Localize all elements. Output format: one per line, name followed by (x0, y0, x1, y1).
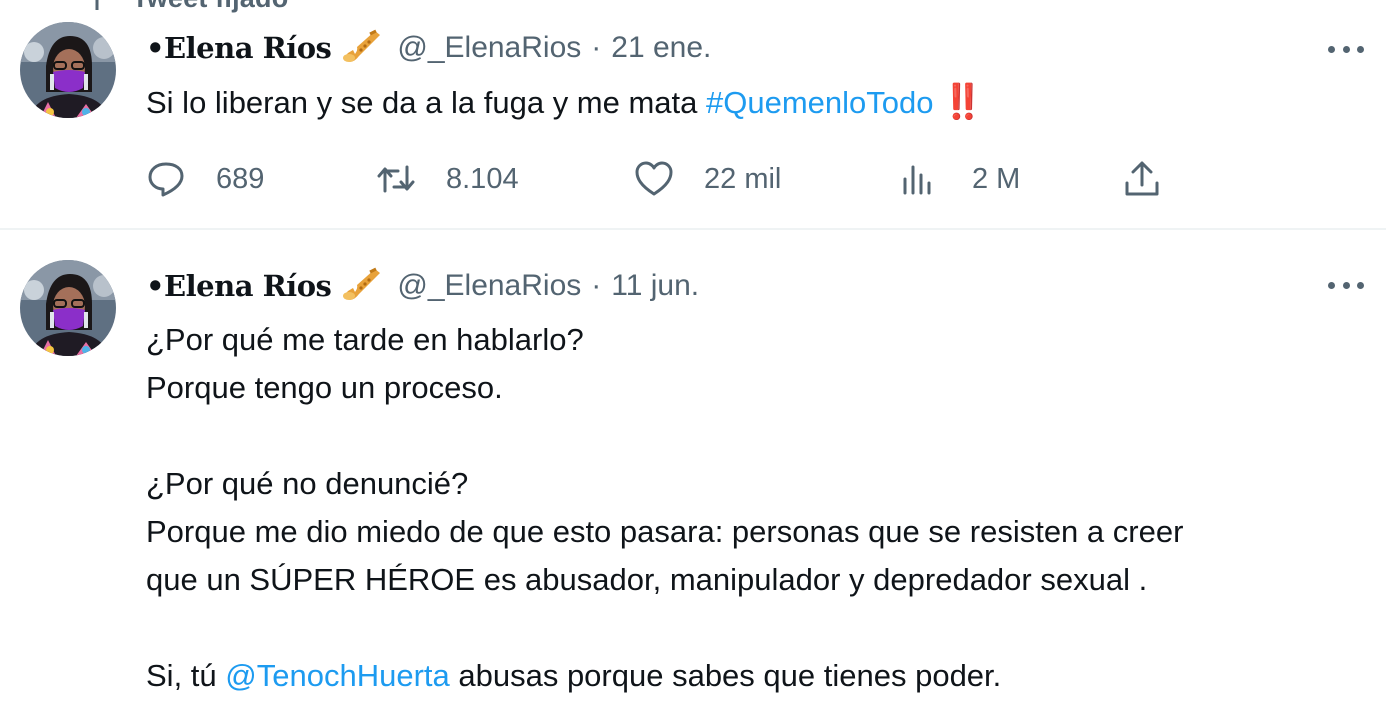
reply-button[interactable]: 689 (146, 156, 264, 202)
heart-icon (635, 161, 673, 196)
like-button[interactable]: 22 mil (634, 156, 781, 202)
tweet-text-part: Si lo liberan y se da a la fuga y me mat… (146, 85, 707, 120)
views-button[interactable]: 2 M (898, 156, 1020, 202)
share-icon (1125, 161, 1159, 196)
tweet-date[interactable]: 21 ene. (611, 31, 711, 65)
tweet-text-line: ¿Por qué no denuncié? (146, 466, 469, 501)
display-name[interactable]: •Elena Ríos (146, 269, 332, 303)
tweet-text-line (146, 412, 1183, 460)
views-icon (903, 165, 931, 195)
display-name[interactable]: •Elena Ríos (146, 31, 332, 65)
double-exclamation-emoji: ‼️ (941, 83, 984, 121)
tweet-header: •Elena Ríos @_ElenaRios · 21 ene. (146, 28, 711, 68)
saxophone-emoji-icon (343, 267, 381, 300)
hashtag-link[interactable]: #QuemenloTodo (706, 85, 934, 120)
user-handle[interactable]: @_ElenaRios (397, 31, 581, 65)
reply-count: 689 (216, 162, 265, 195)
share-button[interactable] (1122, 156, 1162, 202)
tweet[interactable]: •Elena Ríos @_ElenaRios · 21 ene. Si lo … (0, 0, 1386, 230)
more-options-icon[interactable] (1328, 278, 1364, 292)
reply-icon (148, 162, 184, 197)
avatar[interactable] (20, 260, 116, 356)
views-count: 2 M (972, 162, 1021, 195)
tweet-text-line: ¿Por qué me tarde en hablarlo? (146, 322, 584, 357)
tweet[interactable]: •Elena Ríos @_ElenaRios · 11 jun. ¿Por q… (0, 232, 1386, 706)
mention-link[interactable]: @TenochHuerta (225, 658, 449, 693)
tweet-text-line (146, 604, 1183, 652)
retweet-icon (377, 165, 415, 193)
separator-dot: · (591, 269, 602, 302)
tweet-text-line: Porque tengo un proceso. (146, 370, 503, 405)
tweet-text-part: abusas porque sabes que tienes poder. (449, 658, 1002, 693)
tweet-date[interactable]: 11 jun. (611, 269, 699, 303)
tweet-text: Si lo liberan y se da a la fuga y me mat… (146, 78, 984, 127)
tweet-text-line: que un SÚPER HÉROE es abusador, manipula… (146, 562, 1148, 597)
separator-dot: · (591, 31, 602, 64)
tweet-text: ¿Por qué me tarde en hablarlo? Porque te… (146, 316, 1183, 700)
tweet-actions: 689 8.104 22 mil 2 M (146, 156, 1176, 202)
more-options-icon[interactable] (1328, 42, 1364, 56)
user-handle[interactable]: @_ElenaRios (397, 269, 581, 303)
like-count: 22 mil (704, 162, 782, 195)
tweet-text-line: Si, tú @TenochHuerta abusas porque sabes… (146, 652, 1183, 700)
avatar[interactable] (20, 22, 116, 118)
tweet-header: •Elena Ríos @_ElenaRios · 11 jun. (146, 266, 699, 306)
saxophone-emoji-icon (343, 29, 381, 62)
retweet-count: 8.104 (446, 162, 519, 195)
retweet-button[interactable]: 8.104 (376, 156, 519, 202)
tweet-text-line: Porque me dio miedo de que esto pasara: … (146, 514, 1184, 549)
tweet-text-part: Si, tú (146, 658, 226, 693)
